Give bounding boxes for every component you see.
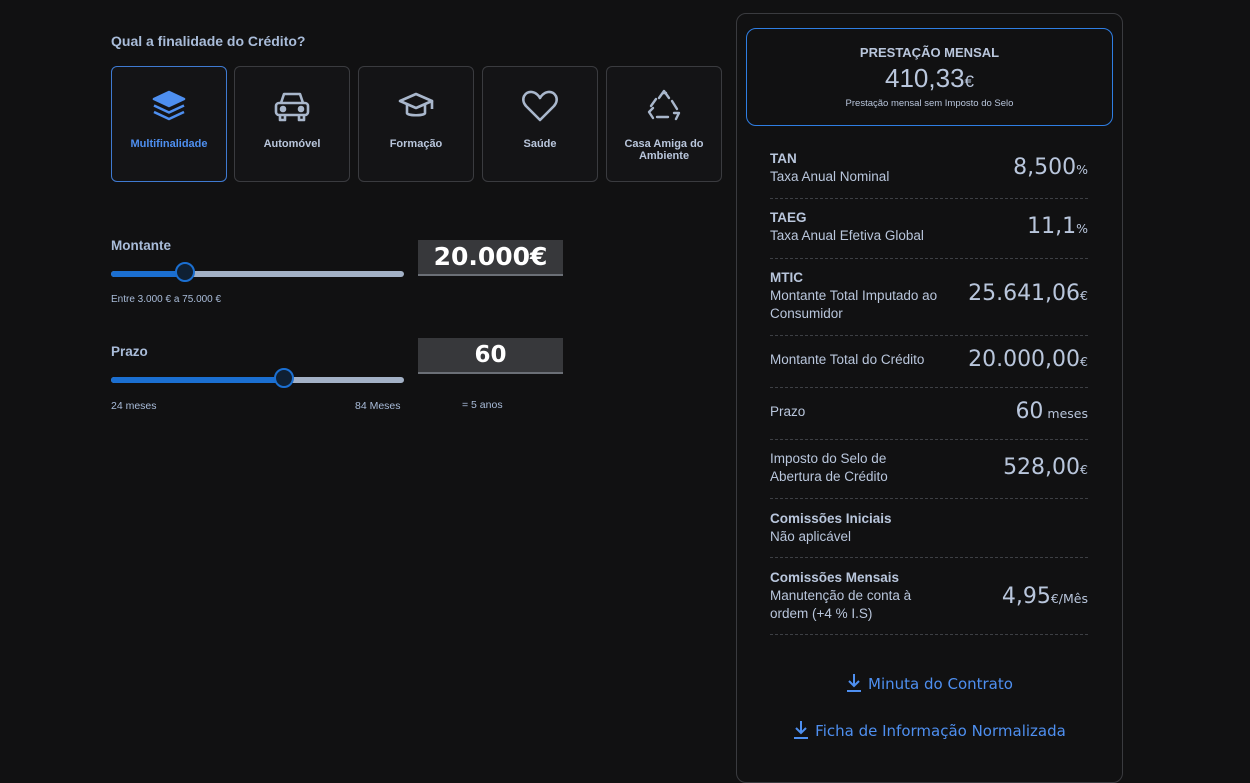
term-value-input[interactable]: 60 — [418, 338, 563, 374]
download-icon — [794, 721, 809, 739]
summary-rows: TAN Taxa Anual Nominal 8,500% TAEG Taxa An… — [770, 140, 1088, 635]
purpose-label: Automóvel — [263, 138, 321, 150]
term-slider[interactable] — [111, 368, 404, 390]
car-icon — [235, 86, 349, 126]
layers-icon — [112, 86, 226, 126]
monthly-payment-title: PRESTAÇÃO MENSAL — [859, 45, 1000, 60]
term-max-label: 84 Meses — [355, 400, 401, 412]
purpose-card-automovel[interactable]: Automóvel — [234, 66, 350, 182]
term-slider-thumb[interactable] — [274, 368, 295, 388]
summary-row-comissoes-iniciais: Comissões Iniciais Não aplicável — [770, 499, 1088, 558]
download-fin-link[interactable]: Ficha de Informação Normalizada — [736, 720, 1123, 740]
amount-slider-fill — [111, 271, 186, 277]
purpose-label: Casa Amiga do Ambiente — [624, 138, 704, 162]
term-slider-fill — [111, 377, 285, 383]
purpose-card-formacao[interactable]: Formação — [358, 66, 474, 182]
download-icon — [847, 674, 862, 692]
purpose-card-multifinalidade[interactable]: Multifinalidade — [111, 66, 227, 182]
recycle-icon — [607, 86, 721, 126]
purpose-label: Formação — [389, 138, 443, 150]
term-label: Prazo — [111, 344, 148, 359]
summary-row-mtic: MTIC Montante Total Imputado ao Consumido… — [770, 259, 1088, 336]
summary-row-comissoes-mensais: Comissões Mensais Manutenção de conta à o… — [770, 558, 1088, 635]
amount-range-text: Entre 3.000 € a 75.000 € — [111, 294, 222, 305]
purpose-label: Multifinalidade — [130, 138, 208, 150]
purpose-card-casa-amiga-do-ambiente[interactable]: Casa Amiga do Ambiente — [606, 66, 722, 182]
summary-row-montante-total: Montante Total do Crédito 20.000,00€ — [770, 336, 1088, 388]
graduation-cap-icon — [359, 86, 473, 126]
summary-row-imposto-selo: Imposto do Selo de Abertura de Crédito 5… — [770, 440, 1088, 499]
monthly-payment-value: 410,33€ — [885, 63, 974, 93]
amount-value-input[interactable]: 20.000€ — [418, 240, 563, 276]
purpose-card-saude[interactable]: Saúde — [482, 66, 598, 182]
amount-label: Montante — [111, 238, 171, 253]
purpose-label: Saúde — [523, 138, 557, 150]
summary-row-taeg: TAEG Taxa Anual Efetiva Global 11,1% — [770, 199, 1088, 259]
monthly-payment-note: Prestação mensal sem Imposto do Selo — [845, 98, 1014, 109]
download-contract-link[interactable]: Minuta do Contrato — [736, 673, 1123, 693]
purpose-question: Qual a finalidade do Crédito? — [111, 33, 306, 49]
amount-slider-thumb[interactable] — [175, 262, 196, 282]
summary-row-prazo: Prazo 60 meses — [770, 388, 1088, 440]
term-years-text: = 5 anos — [462, 399, 503, 411]
term-min-label: 24 meses — [111, 400, 157, 412]
summary-row-tan: TAN Taxa Anual Nominal 8,500% — [770, 140, 1088, 199]
monthly-payment-box: PRESTAÇÃO MENSAL 410,33€ Prestação mensa… — [746, 28, 1113, 126]
amount-slider[interactable] — [111, 262, 404, 284]
heart-icon — [483, 86, 597, 126]
